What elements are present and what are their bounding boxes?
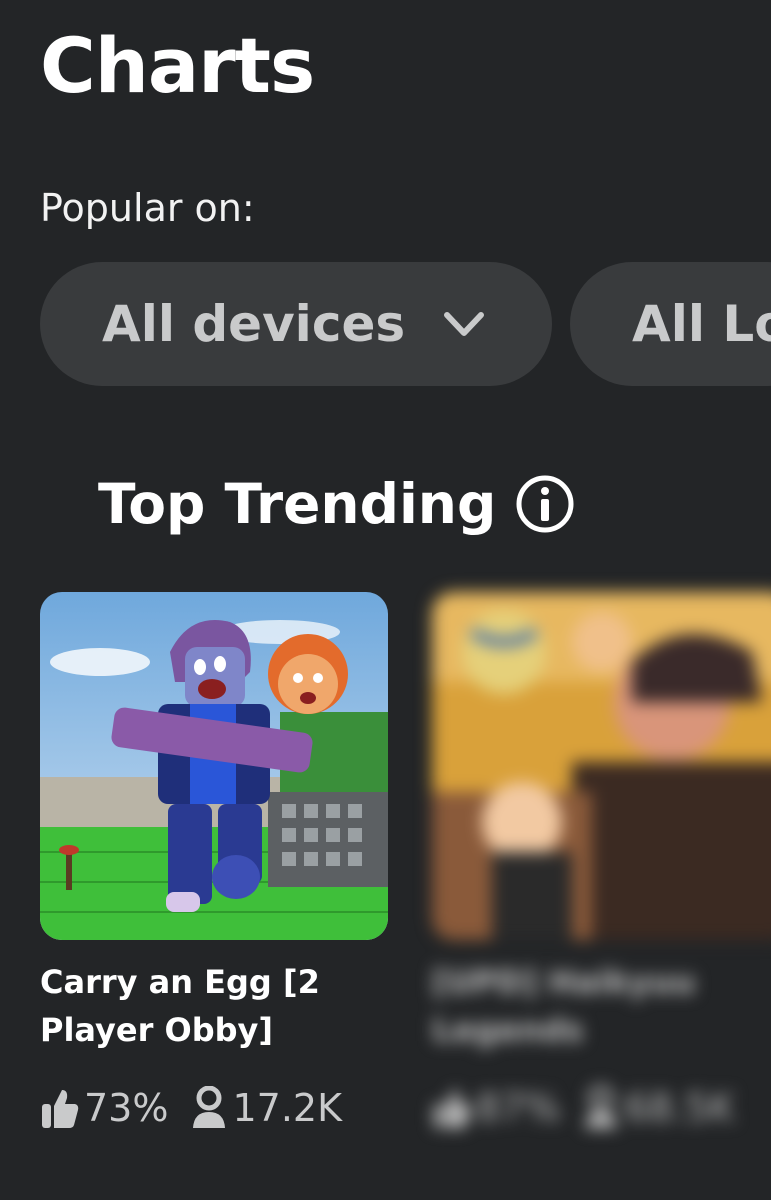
game-thumbnail[interactable]	[40, 592, 388, 940]
game-name[interactable]: Carry an Egg [2 Player Obby]	[40, 958, 388, 1054]
player-count-value: 68.5K	[624, 1086, 734, 1130]
popular-on-label: Popular on:	[40, 186, 255, 230]
info-icon[interactable]	[514, 473, 576, 535]
rating-value: 73%	[84, 1086, 169, 1130]
device-filter-dropdown[interactable]: All devices	[40, 262, 552, 386]
game-card[interactable]: Carry an Egg [2 Player Obby] 73% 17.2K	[40, 592, 388, 1130]
game-name[interactable]: [UPD] Haikyuu Legends	[432, 958, 771, 1054]
game-stats: 87% 68.5K	[432, 1086, 771, 1130]
player-count-icon	[193, 1086, 226, 1128]
section-title-label: Top Trending	[98, 472, 497, 536]
location-filter-dropdown[interactable]: All Locations	[570, 262, 771, 386]
charts-page: Charts Popular on: All devices All Locat…	[0, 0, 771, 1200]
chevron-down-icon	[444, 312, 485, 336]
section-title-top-trending: Top Trending	[98, 472, 576, 536]
rating-value: 87%	[476, 1086, 561, 1130]
game-stats: 73% 17.2K	[40, 1086, 388, 1130]
game-card[interactable]: [UPD] Haikyuu Legends 87% 68.5K	[432, 592, 771, 1130]
player-count-value: 17.2K	[232, 1086, 342, 1130]
page-title: Charts	[40, 21, 315, 110]
location-filter-label: All Locations	[632, 295, 771, 353]
device-filter-label: All devices	[102, 295, 406, 353]
game-thumbnail[interactable]	[432, 592, 771, 940]
thumbs-up-icon	[42, 1090, 79, 1128]
thumbs-up-icon	[434, 1090, 471, 1128]
player-count-icon	[585, 1086, 618, 1128]
